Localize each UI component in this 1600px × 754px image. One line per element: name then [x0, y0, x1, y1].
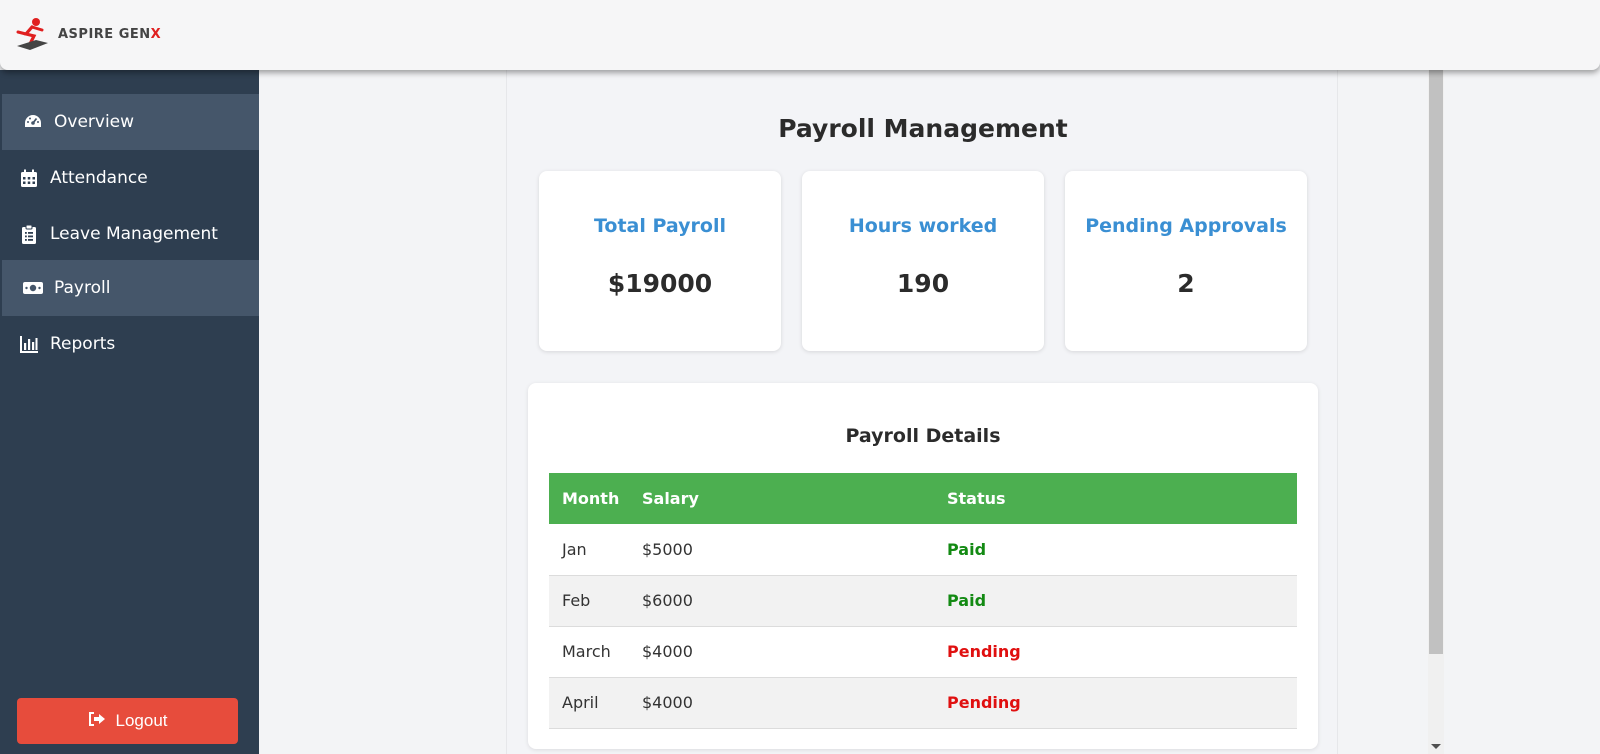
- stat-card-label: Hours worked: [848, 215, 998, 237]
- brand-name-prefix: ASPIRE GEN: [58, 26, 151, 42]
- stat-card-value: $19000: [607, 269, 713, 298]
- payroll-table: Month Salary Status Jan $5000 Paid Feb $…: [549, 473, 1297, 729]
- sidebar-item-label: Overview: [54, 112, 135, 132]
- stat-card-value: 190: [896, 269, 950, 298]
- page-title: Payroll Management: [778, 114, 1068, 143]
- payroll-details-title: Payroll Details: [845, 425, 1001, 447]
- clipboard-icon: [18, 223, 40, 245]
- stat-card-total-payroll: Total Payroll $19000: [539, 171, 781, 351]
- sidebar-item-label: Attendance: [50, 168, 148, 188]
- sidebar-item-label: Payroll: [54, 278, 111, 298]
- column-header-month[interactable]: Month: [549, 473, 629, 524]
- sidebar: Overview Attendance Leave Management Pay…: [0, 70, 259, 754]
- brand-name-accent: X: [150, 26, 162, 42]
- payroll-details-panel: Payroll Details Month Salary Status Jan …: [528, 383, 1318, 749]
- cell-salary: $4000: [642, 642, 693, 661]
- cell-status-pending: Pending: [947, 642, 1021, 661]
- cell-status-paid: Paid: [947, 591, 987, 610]
- cell-month: Feb: [562, 591, 591, 610]
- cell-salary: $4000: [642, 693, 693, 712]
- table-row: Feb $6000 Paid: [549, 575, 1297, 626]
- money-bill-icon: [22, 277, 44, 299]
- stat-card-label: Total Payroll: [593, 215, 726, 237]
- table-row: April $4000 Pending: [549, 677, 1297, 728]
- logout-button[interactable]: Logout: [17, 698, 238, 744]
- brand-logo[interactable]: ASPIRE GENX: [14, 16, 161, 52]
- sidebar-item-leave-management[interactable]: Leave Management: [0, 206, 259, 262]
- dashboard-gauge-icon: [22, 111, 44, 133]
- bar-chart-icon: [18, 333, 40, 355]
- cell-month: Jan: [562, 539, 587, 559]
- table-row: March $4000 Pending: [549, 626, 1297, 677]
- table-row: Jan $5000 Paid: [549, 524, 1297, 575]
- brand-name: ASPIRE GENX: [58, 27, 161, 42]
- cell-status-pending: Pending: [947, 693, 1021, 712]
- cell-month: March: [562, 642, 611, 661]
- stat-card-pending-approvals: Pending Approvals 2: [1065, 171, 1307, 351]
- column-header-status[interactable]: Status: [934, 473, 1297, 524]
- runner-logo-icon: [16, 18, 48, 50]
- sidebar-item-reports[interactable]: Reports: [0, 316, 259, 372]
- logout-label: Logout: [115, 711, 168, 730]
- table-header-row: Month Salary Status: [549, 473, 1297, 524]
- cell-status-paid: Paid: [947, 539, 987, 559]
- cell-salary: $5000: [642, 539, 693, 559]
- logout-icon: [88, 711, 106, 732]
- sidebar-item-attendance[interactable]: Attendance: [0, 150, 259, 206]
- calendar-icon: [18, 167, 40, 189]
- scroll-down-arrow-icon[interactable]: [1431, 744, 1441, 749]
- cell-month: April: [562, 693, 599, 712]
- sidebar-item-payroll[interactable]: Payroll: [2, 260, 259, 316]
- scrollbar-thumb[interactable]: [1429, 70, 1443, 654]
- main-content: Payroll Management Total Payroll $19000 …: [506, 70, 1338, 754]
- stat-card-hours-worked: Hours worked 190: [802, 171, 1044, 351]
- top-header: ASPIRE GENX: [0, 0, 1600, 70]
- stat-card-label: Pending Approvals: [1085, 215, 1287, 237]
- sidebar-item-label: Leave Management: [50, 224, 218, 244]
- cell-salary: $6000: [642, 591, 693, 610]
- sidebar-item-label: Reports: [50, 334, 116, 354]
- sidebar-item-overview[interactable]: Overview: [2, 94, 259, 150]
- column-header-salary[interactable]: Salary: [629, 473, 934, 524]
- stat-card-value: 2: [1177, 269, 1195, 298]
